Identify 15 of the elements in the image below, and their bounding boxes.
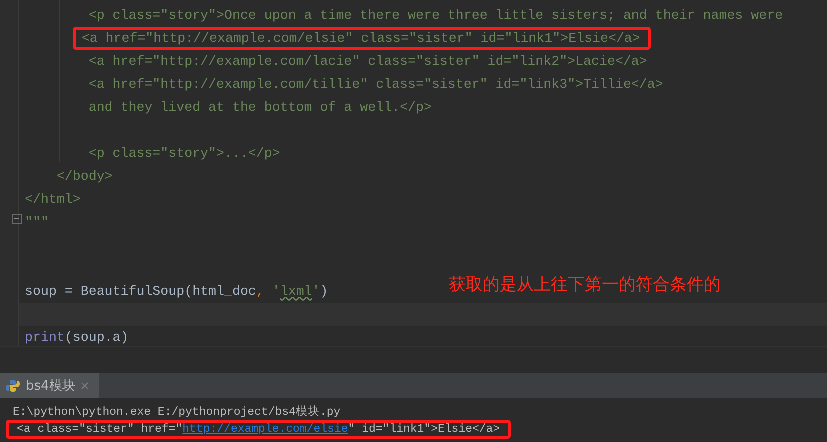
code-line: and they lived at the bottom of a well.</p> (88, 100, 432, 115)
run-tab[interactable]: bs4模块 (0, 373, 100, 398)
code-line: </html> (25, 192, 81, 207)
code-line: <a href="http://example.com/tillie" class="sister" id="link3">Tillie</a> (88, 77, 664, 92)
code-line: """ (25, 215, 49, 230)
code-line: soup = BeautifulSoup(html_doc, 'lxml') (25, 284, 328, 299)
code-line: </body> (56, 169, 113, 184)
fold-icon[interactable] (12, 214, 22, 224)
python-icon (6, 378, 20, 392)
code-line: print(soup.a) (25, 330, 129, 345)
console-line: E:\python\python.exe E:/pythonproject/bs4模块.py (13, 404, 341, 418)
code-line: <p class="story">Once upon a time there were three little sisters; and their names were (88, 8, 784, 23)
code-line: <p class="story">...</p> (88, 146, 280, 161)
code-line: <a href="http://example.com/lacie" class="sister" id="link2">Lacie</a> (88, 54, 648, 69)
annotation-text: 获取的是从上往下第一的符合条件的 (449, 274, 721, 296)
